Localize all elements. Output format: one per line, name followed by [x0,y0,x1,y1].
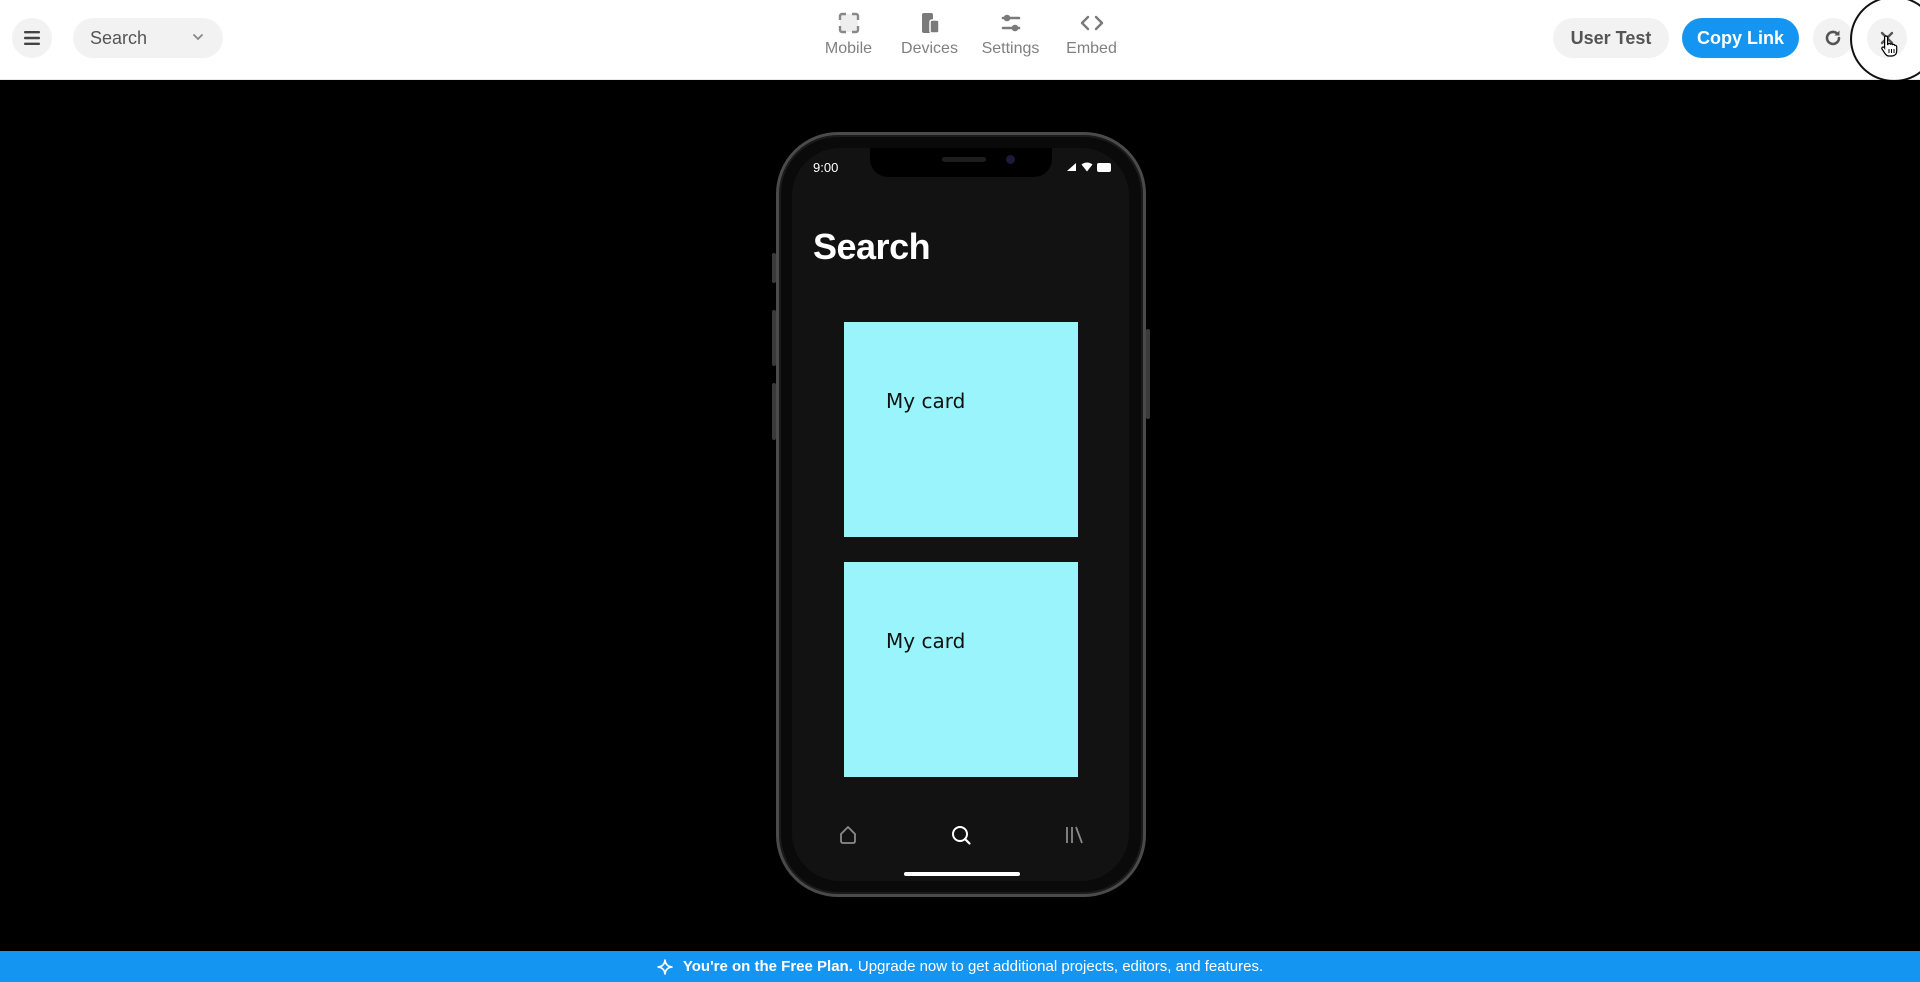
library-icon [1066,826,1083,844]
chevron-down-icon [193,34,203,41]
card[interactable]: My card [844,322,1078,537]
card[interactable]: My card [844,562,1078,777]
tool-settings-label: Settings [981,40,1040,57]
tool-devices-label: Devices [901,40,958,57]
home-icon [840,826,856,844]
menu-button[interactable] [12,18,52,58]
wifi-icon [1081,162,1093,172]
tool-devices[interactable]: Devices [889,12,970,58]
close-icon [1880,31,1894,45]
home-indicator [904,872,1020,876]
card-label: My card [886,389,966,413]
code-brackets-icon [1080,15,1103,31]
phone-notch [870,148,1052,177]
page-select-dropdown[interactable]: Search [73,18,223,58]
tool-embed-label: Embed [1066,40,1117,57]
cellular-icon [1067,163,1076,171]
screen-title: Search [813,226,931,267]
banner-text: Upgrade now to get additional projects, … [857,958,1264,975]
tab-search[interactable] [948,822,974,848]
tool-embed[interactable]: Embed [1051,12,1132,58]
sliders-icon [1001,14,1020,32]
devices-icon [921,13,940,34]
page-select-value: Search [90,27,148,48]
hamburger-icon [24,31,40,45]
copy-link-button[interactable]: Copy Link [1682,18,1799,58]
tool-settings[interactable]: Settings [970,12,1051,58]
front-camera [1006,155,1015,164]
top-toolbar: Search Mobile Devices Settings Embed Use… [0,0,1920,82]
status-time: 9:00 [813,160,839,175]
tab-home[interactable] [835,822,861,848]
preview-tools: Mobile Devices Settings Embed [808,12,1132,58]
battery-icon [1097,162,1111,172]
user-test-button[interactable]: User Test [1553,18,1669,58]
tool-mobile-label: Mobile [824,40,873,57]
search-icon [952,826,971,845]
refresh-button[interactable] [1813,18,1853,58]
tool-mobile[interactable]: Mobile [808,12,889,58]
close-button[interactable] [1867,18,1907,58]
sparkle-icon [657,958,673,975]
tab-library[interactable] [1061,822,1087,848]
power-button [1146,329,1150,419]
frame-corners-icon [838,12,859,34]
banner-bold-text: You're on the Free Plan. [682,958,853,975]
status-icons [1066,162,1111,172]
card-label: My card [886,629,966,653]
phone-screen: 9:00 Search My card My card [792,148,1129,881]
refresh-icon [1825,30,1841,46]
speaker-grille [942,157,986,162]
upgrade-banner[interactable]: You're on the Free Plan. Upgrade now to … [0,951,1920,982]
